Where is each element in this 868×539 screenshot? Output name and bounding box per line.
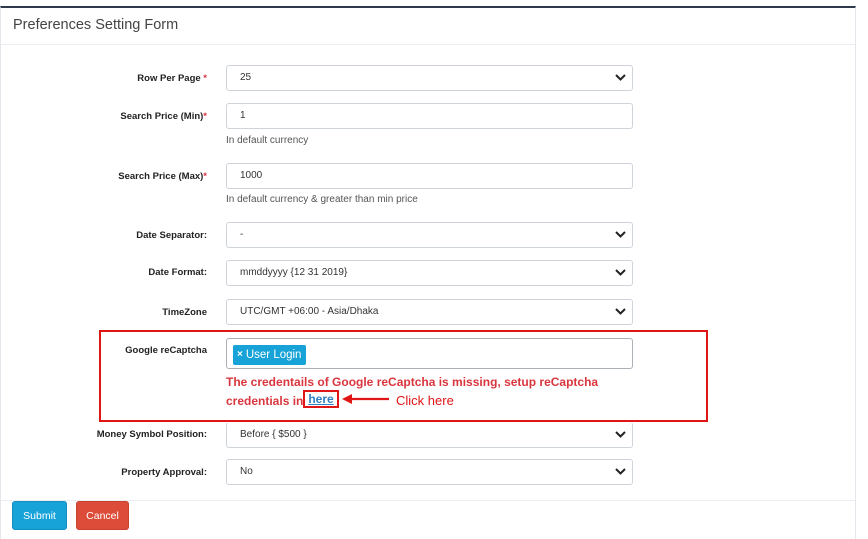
card-header: Preferences Setting Form bbox=[1, 8, 855, 45]
search-min-help: In default currency bbox=[226, 135, 309, 146]
required-marker: * bbox=[203, 73, 207, 84]
search-max-label-text: Search Price (Max) bbox=[118, 171, 204, 182]
chevron-down-icon bbox=[615, 468, 626, 475]
chevron-down-icon bbox=[615, 74, 626, 81]
cancel-button[interactable]: Cancel bbox=[76, 501, 129, 530]
date-separator-select[interactable]: - bbox=[226, 222, 633, 248]
search-min-value: 1 bbox=[240, 110, 246, 121]
property-approval-value: No bbox=[240, 466, 253, 477]
chevron-down-icon bbox=[615, 308, 626, 315]
card-footer-divider bbox=[1, 500, 855, 501]
annotation-highlight-box bbox=[99, 330, 708, 422]
date-format-label: Date Format: bbox=[148, 267, 207, 278]
search-min-label: Search Price (Min)* bbox=[0, 111, 207, 122]
timezone-label: TimeZone bbox=[162, 307, 207, 318]
card-title: Preferences Setting Form bbox=[13, 17, 179, 33]
chevron-down-icon bbox=[615, 231, 626, 238]
date-separator-label: Date Separator: bbox=[136, 230, 207, 241]
row-per-page-label: Row Per Page * bbox=[0, 73, 207, 84]
date-format-value: mmddyyyy {12 31 2019} bbox=[240, 267, 348, 278]
chevron-down-icon bbox=[615, 431, 626, 438]
search-max-value: 1000 bbox=[240, 170, 263, 181]
date-separator-value: - bbox=[240, 229, 244, 240]
property-approval-label: Property Approval: bbox=[121, 467, 207, 478]
row-per-page-label-text: Row Per Page bbox=[137, 73, 201, 84]
search-min-label-text: Search Price (Min) bbox=[120, 111, 204, 122]
search-max-label: Search Price (Max)* bbox=[0, 171, 207, 182]
money-symbol-label: Money Symbol Position: bbox=[96, 429, 207, 440]
required-marker: * bbox=[203, 111, 207, 122]
arrow-left-icon bbox=[342, 394, 389, 404]
timezone-value: UTC/GMT +06:00 - Asia/Dhaka bbox=[240, 306, 379, 317]
search-min-input[interactable]: 1 bbox=[226, 103, 633, 129]
date-format-select[interactable]: mmddyyyy {12 31 2019} bbox=[226, 260, 633, 286]
search-max-help: In default currency & greater than min p… bbox=[226, 194, 418, 205]
search-max-input[interactable]: 1000 bbox=[226, 163, 633, 189]
chevron-down-icon bbox=[615, 269, 626, 276]
required-marker: * bbox=[203, 171, 207, 182]
annotation-click-here: Click here bbox=[396, 393, 454, 408]
money-symbol-value: Before { $500 } bbox=[240, 429, 307, 440]
property-approval-select[interactable]: No bbox=[226, 459, 633, 485]
submit-button[interactable]: Submit bbox=[12, 501, 67, 530]
row-per-page-select[interactable]: 25 bbox=[226, 65, 633, 91]
row-per-page-value: 25 bbox=[240, 72, 252, 83]
money-symbol-select[interactable]: Before { $500 } bbox=[226, 422, 633, 448]
timezone-select[interactable]: UTC/GMT +06:00 - Asia/Dhaka bbox=[226, 299, 633, 325]
